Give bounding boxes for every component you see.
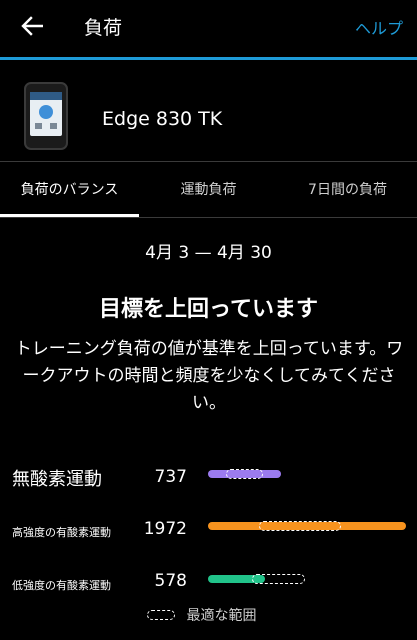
accent-line bbox=[0, 57, 417, 60]
help-link[interactable]: ヘルプ bbox=[355, 15, 403, 39]
load-value: 737 bbox=[154, 467, 187, 487]
divider bbox=[0, 217, 417, 218]
load-bar bbox=[208, 469, 406, 479]
top-app-bar: 負荷 ヘルプ bbox=[0, 0, 417, 52]
page-title: 負荷 bbox=[84, 17, 123, 39]
tab-7day-load[interactable]: 7日間の負荷 bbox=[278, 162, 417, 216]
optimal-range-marker bbox=[225, 469, 264, 479]
arrow-left-icon bbox=[21, 16, 43, 36]
load-bar bbox=[208, 574, 406, 584]
device-screen bbox=[30, 92, 62, 136]
back-button[interactable] bbox=[18, 12, 46, 40]
optimal-range-marker bbox=[259, 521, 341, 531]
load-label: 高強度の有酸素運動 bbox=[12, 526, 111, 539]
tab-exercise-load[interactable]: 運動負荷 bbox=[139, 162, 278, 216]
legend-label: 最適な範囲 bbox=[186, 608, 257, 624]
load-row-low-aerobic: 低強度の有酸素運動 578 bbox=[0, 567, 417, 597]
tab-load-balance[interactable]: 負荷のバランス bbox=[0, 162, 139, 216]
load-label: 低強度の有酸素運動 bbox=[12, 579, 111, 592]
device-image bbox=[24, 82, 68, 150]
optimal-range-marker bbox=[251, 574, 306, 584]
load-bar bbox=[208, 521, 406, 531]
legend: 最適な範囲 bbox=[0, 605, 417, 625]
date-range: 4月 3 — 4月 30 bbox=[145, 243, 272, 263]
device-screen-icon bbox=[30, 92, 62, 129]
status-message: トレーニング負荷の値が基準を上回っています。ワークアウトの時間と頻度を少なくして… bbox=[14, 339, 404, 413]
device-row: Edge 830 TK bbox=[0, 72, 417, 162]
device-name: Edge 830 TK bbox=[102, 108, 223, 130]
status-headline: 目標を上回っています bbox=[99, 297, 318, 322]
load-value: 578 bbox=[154, 571, 187, 591]
load-label: 無酸素運動 bbox=[12, 469, 102, 490]
optimal-range-swatch bbox=[146, 610, 175, 620]
load-row-anaerobic: 無酸素運動 737 bbox=[0, 463, 417, 493]
load-row-high-aerobic: 高強度の有酸素運動 1972 bbox=[0, 515, 417, 545]
load-value: 1972 bbox=[143, 519, 187, 539]
tab-bar: 負荷のバランス 運動負荷 7日間の負荷 bbox=[0, 162, 417, 218]
